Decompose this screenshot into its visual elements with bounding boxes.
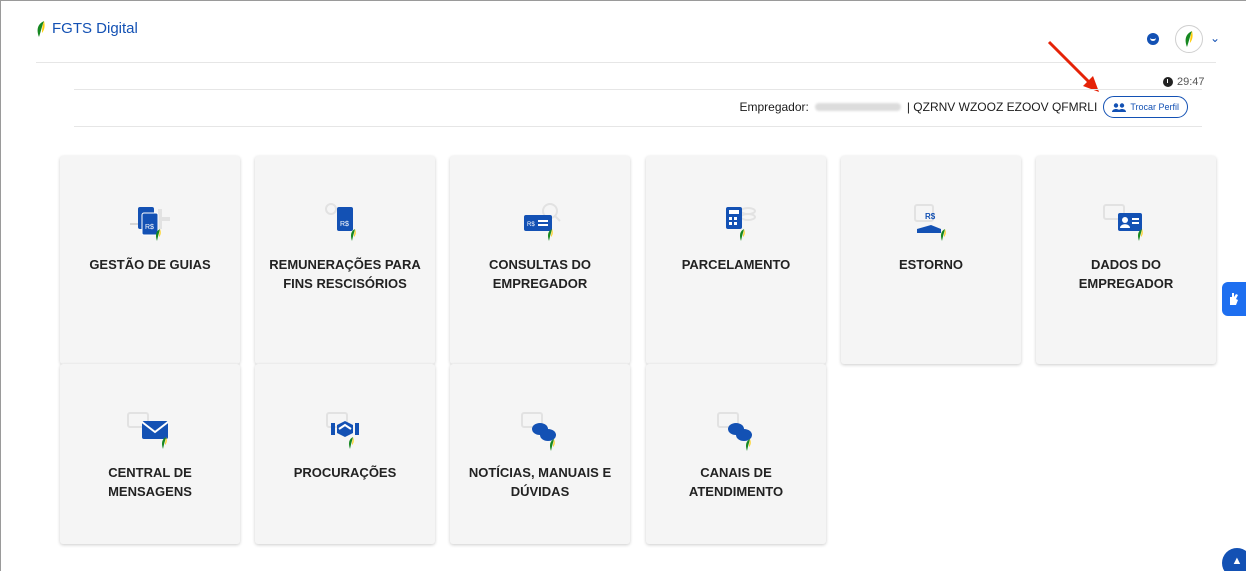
users-icon [1112,102,1127,112]
guides-icon: R$ [130,207,170,241]
card-noticias[interactable]: NOTÍCIAS, MANUAIS E DÚVIDAS [450,364,630,544]
svg-text:R$: R$ [925,212,936,221]
leaf-avatar-icon [1185,31,1193,47]
employer-id-redacted [814,103,901,111]
card-label: REMUNERAÇÕES PARA FINS RESCISÓRIOS [269,257,421,291]
card-procuracoes[interactable]: PROCURAÇÕES [255,364,435,544]
consult-icon: R$ [524,203,561,241]
leaf-logo-icon [37,20,45,37]
sign-language-icon [1230,293,1238,305]
card-parcelamento[interactable]: PARCELAMENTO [646,156,826,364]
envelope-icon [127,412,169,449]
employer-label: Empregador: [739,100,809,114]
svg-text:R$: R$ [145,224,154,231]
card-label: CONSULTAS DO EMPREGADOR [488,257,592,291]
chevron-up-icon: ▲ [1231,555,1243,567]
chat-icon [717,412,752,451]
card-estorno[interactable]: R$ ESTORNO [841,156,1021,364]
card-label: ESTORNO [898,257,964,272]
header-divider [36,62,1216,63]
divider [74,89,1202,90]
chevron-down-icon[interactable]: ⌄ [1210,31,1220,45]
handshake-icon [326,412,359,449]
svg-text:R$: R$ [340,221,349,228]
scroll-to-top-button[interactable]: ▲ [1222,548,1246,571]
brand[interactable]: FGTS Digital [36,20,138,37]
switch-profile-label: Trocar Perfil [1130,102,1179,112]
card-gestao-de-guias[interactable]: R$ GESTÃO DE GUIAS [60,156,240,364]
card-label: DADOS DO EMPREGADOR [1078,257,1174,291]
clock-icon [1163,77,1173,87]
switch-profile-button[interactable]: Trocar Perfil [1103,96,1188,118]
accessibility-icon[interactable] [1147,33,1159,45]
divider [74,126,1202,127]
employer-bar: Empregador: | QZRNV WZOOZ EZOOV QFMRLI T… [739,96,1188,118]
calculator-icon [726,207,756,241]
refund-icon: R$ [914,204,946,241]
employer-name: | QZRNV WZOOZ EZOOV QFMRLI [906,100,1098,114]
employer-card-icon [1103,204,1143,241]
vlibras-widget[interactable] [1222,282,1246,316]
card-label: CANAIS DE ATENDIMENTO [688,465,784,499]
session-timer: 29:47 [1163,76,1205,88]
chat-icon [521,412,556,451]
card-label: PROCURAÇÕES [293,465,397,480]
card-dados-empregador[interactable]: DADOS DO EMPREGADOR [1036,156,1216,364]
card-central-mensagens[interactable]: CENTRAL DE MENSAGENS [60,364,240,544]
card-consultas[interactable]: R$ CONSULTAS DO EMPREGADOR [450,156,630,364]
card-label: GESTÃO DE GUIAS [89,257,211,272]
card-canais-atendimento[interactable]: CANAIS DE ATENDIMENTO [646,364,826,544]
brand-name: FGTS Digital [52,20,138,37]
card-label: CENTRAL DE MENSAGENS [108,465,192,499]
card-label: NOTÍCIAS, MANUAIS E DÚVIDAS [468,465,612,499]
svg-text:R$: R$ [527,222,535,228]
remuneration-icon: R$ [325,203,356,241]
card-remuneracoes[interactable]: R$ REMUNERAÇÕES PARA FINS RESCISÓRIOS [255,156,435,364]
avatar[interactable] [1175,25,1203,53]
timer-value: 29:47 [1177,76,1205,88]
card-label: PARCELAMENTO [681,257,791,272]
